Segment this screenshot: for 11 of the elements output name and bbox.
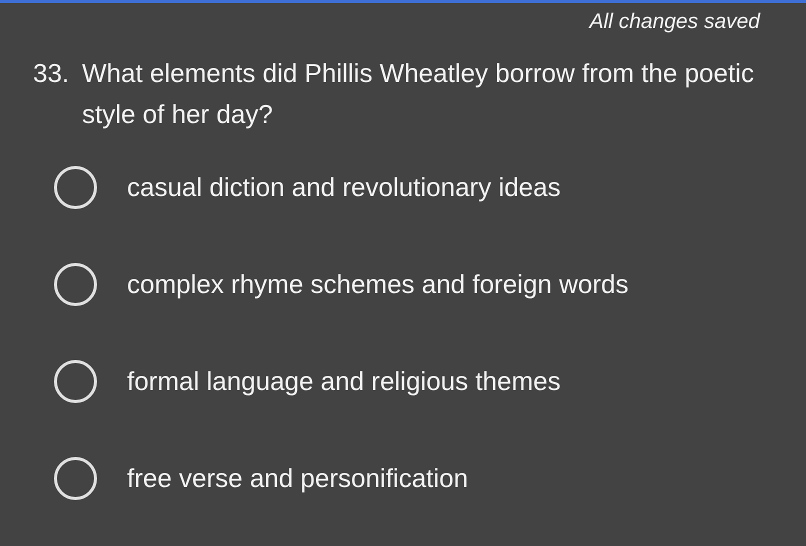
radio-button[interactable] <box>54 456 97 500</box>
option-label: formal language and religious themes <box>127 365 561 397</box>
option-label: casual diction and revolutionary ideas <box>127 171 561 203</box>
radio-button[interactable] <box>54 166 97 208</box>
question-number: 33. <box>33 57 70 90</box>
radio-button[interactable] <box>54 360 97 402</box>
option-label: free verse and personification <box>127 462 468 494</box>
option-label: complex rhyme schemes and foreign words <box>127 268 628 300</box>
question-text: What elements did Phillis Wheatley borrow from the poetic style of her day? <box>82 57 755 131</box>
radio-button[interactable] <box>54 262 97 306</box>
save-status: All changes saved <box>590 9 760 35</box>
